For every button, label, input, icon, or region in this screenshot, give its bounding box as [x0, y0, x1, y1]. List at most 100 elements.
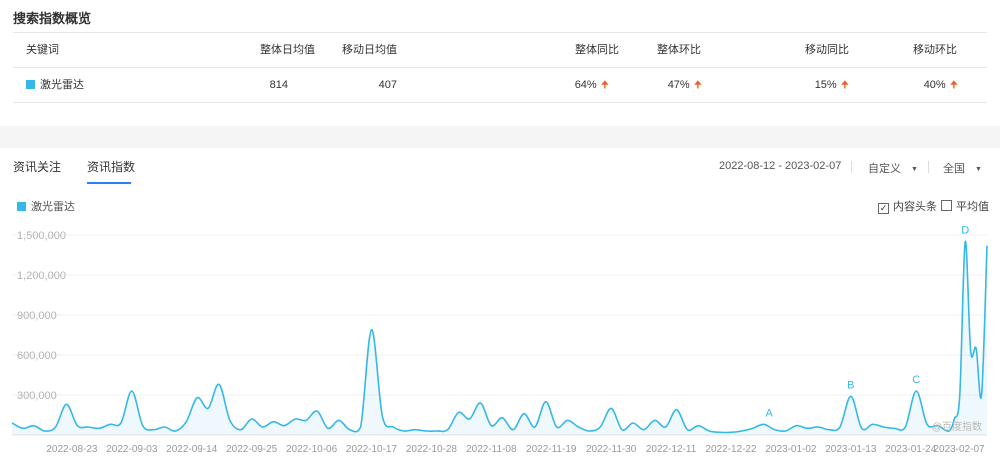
- x-tick-label: 2022-09-14: [166, 444, 218, 455]
- x-tick-label: 2023-01-13: [825, 444, 877, 455]
- data-point: [740, 430, 743, 433]
- data-point: [958, 394, 961, 397]
- data-point: [32, 424, 35, 427]
- data-point: [43, 430, 46, 433]
- data-point: [76, 424, 79, 427]
- x-tick-label: 2022-10-17: [346, 444, 398, 455]
- data-point: [11, 422, 14, 425]
- y-tick-label: 1,200,000: [17, 270, 66, 282]
- data-point: [468, 418, 471, 421]
- x-tick-label: 2023-01-24: [885, 444, 937, 455]
- x-tick-label: 2022-11-08: [466, 444, 517, 455]
- y-tick-label: 600,000: [17, 350, 57, 362]
- data-point: [424, 430, 427, 433]
- chart-grid: [12, 234, 987, 436]
- x-tick-label: 2023-02-07: [933, 444, 985, 455]
- data-point: [163, 426, 166, 429]
- data-point: [533, 426, 536, 429]
- y-axis-ticks: 300,000 600,000 900,000 1,200,000 1,500,000: [17, 230, 66, 402]
- data-point: [21, 427, 24, 430]
- data-point: [817, 426, 820, 429]
- x-tick-label: 2022-09-03: [106, 444, 158, 455]
- data-point: [964, 240, 967, 243]
- x-tick-label: 2022-12-11: [646, 444, 697, 455]
- data-point: [893, 427, 896, 430]
- data-point: [326, 427, 329, 430]
- series-points: [11, 240, 989, 434]
- data-point: [403, 430, 406, 433]
- data-point: [435, 430, 438, 433]
- data-point: [217, 383, 220, 386]
- data-point: [986, 244, 989, 247]
- data-point: [87, 426, 90, 429]
- series-area-fill: [12, 241, 987, 435]
- event-annotation[interactable]: D: [961, 225, 969, 237]
- data-point: [664, 426, 667, 429]
- x-tick-label: 2022-10-06: [286, 444, 338, 455]
- data-point: [751, 427, 754, 430]
- data-point: [523, 412, 526, 415]
- x-tick-label: 2022-10-28: [406, 444, 458, 455]
- data-point: [915, 390, 918, 393]
- data-point: [261, 426, 264, 429]
- data-point: [185, 420, 188, 423]
- data-point: [141, 424, 144, 427]
- info-index-chart: 300,000600,000900,0001,200,0001,500,000 …: [11, 225, 989, 455]
- data-point: [577, 426, 580, 429]
- data-point: [65, 403, 68, 406]
- data-point: [599, 426, 602, 429]
- watermark: @百度指数: [932, 420, 982, 433]
- data-point: [370, 328, 373, 331]
- data-point: [642, 428, 645, 431]
- data-point: [490, 424, 493, 427]
- x-tick-label: 2023-01-02: [765, 444, 817, 455]
- data-point: [828, 428, 831, 431]
- data-point: [838, 426, 841, 429]
- data-point: [926, 423, 929, 426]
- data-point: [729, 431, 732, 434]
- event-annotation[interactable]: B: [847, 379, 854, 391]
- data-point: [457, 411, 460, 414]
- data-point: [621, 428, 624, 431]
- y-tick-label: 900,000: [17, 310, 57, 322]
- data-point: [272, 420, 275, 423]
- data-point: [904, 426, 907, 429]
- x-axis-ticks: 2022-08-23 2022-09-03 2022-09-14 2022-09-25…: [46, 444, 985, 455]
- x-tick-label: 2022-09-25: [226, 444, 278, 455]
- series-line: [11, 240, 988, 434]
- x-tick-label: 2022-08-23: [46, 444, 98, 455]
- data-point: [54, 426, 57, 429]
- chart-annotations: A B C D: [765, 225, 969, 420]
- data-point: [305, 419, 308, 422]
- data-point: [544, 400, 547, 403]
- data-point: [566, 419, 569, 422]
- data-point: [708, 430, 711, 433]
- data-point: [784, 430, 787, 433]
- data-point: [446, 428, 449, 431]
- event-annotation[interactable]: A: [765, 407, 773, 419]
- data-point: [697, 424, 700, 427]
- x-tick-label: 2022-12-22: [705, 444, 757, 455]
- data-point: [686, 428, 689, 431]
- data-point: [588, 430, 591, 433]
- data-point: [762, 423, 765, 426]
- data-point: [479, 402, 482, 405]
- data-point: [207, 407, 210, 410]
- data-point: [348, 428, 351, 431]
- data-point: [152, 428, 155, 431]
- data-point: [381, 415, 384, 418]
- data-point: [806, 427, 809, 430]
- data-point: [860, 427, 863, 430]
- data-point: [719, 431, 722, 434]
- data-point: [653, 419, 656, 422]
- data-point: [555, 426, 558, 429]
- data-point: [953, 418, 956, 421]
- data-point: [392, 426, 395, 429]
- data-point: [228, 419, 231, 422]
- data-point: [239, 428, 242, 431]
- data-point: [109, 423, 112, 426]
- data-point: [501, 416, 504, 419]
- y-tick-label: 300,000: [17, 390, 57, 402]
- event-annotation[interactable]: C: [912, 374, 920, 386]
- data-point: [631, 422, 634, 425]
